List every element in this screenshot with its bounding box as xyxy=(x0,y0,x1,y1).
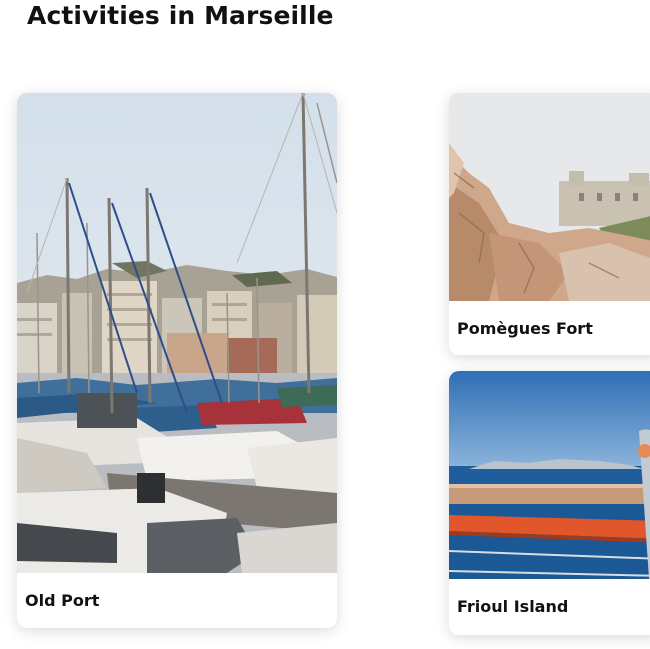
old-port-photo xyxy=(17,93,337,573)
activity-card-title: Pomègues Fort xyxy=(457,319,593,338)
activity-card-frioul-island[interactable]: Frioul Island xyxy=(449,371,650,635)
activities-page: Activities in Marseille Old Port Pomègue… xyxy=(0,0,650,649)
activity-card-old-port[interactable]: Old Port xyxy=(17,93,337,628)
activity-card-title: Old Port xyxy=(25,591,100,610)
activity-card-title: Frioul Island xyxy=(457,597,569,616)
pomegues-fort-photo xyxy=(449,93,650,301)
page-title: Activities in Marseille xyxy=(27,1,334,30)
frioul-island-photo xyxy=(449,371,650,579)
activity-card-pomegues-fort[interactable]: Pomègues Fort xyxy=(449,93,650,355)
